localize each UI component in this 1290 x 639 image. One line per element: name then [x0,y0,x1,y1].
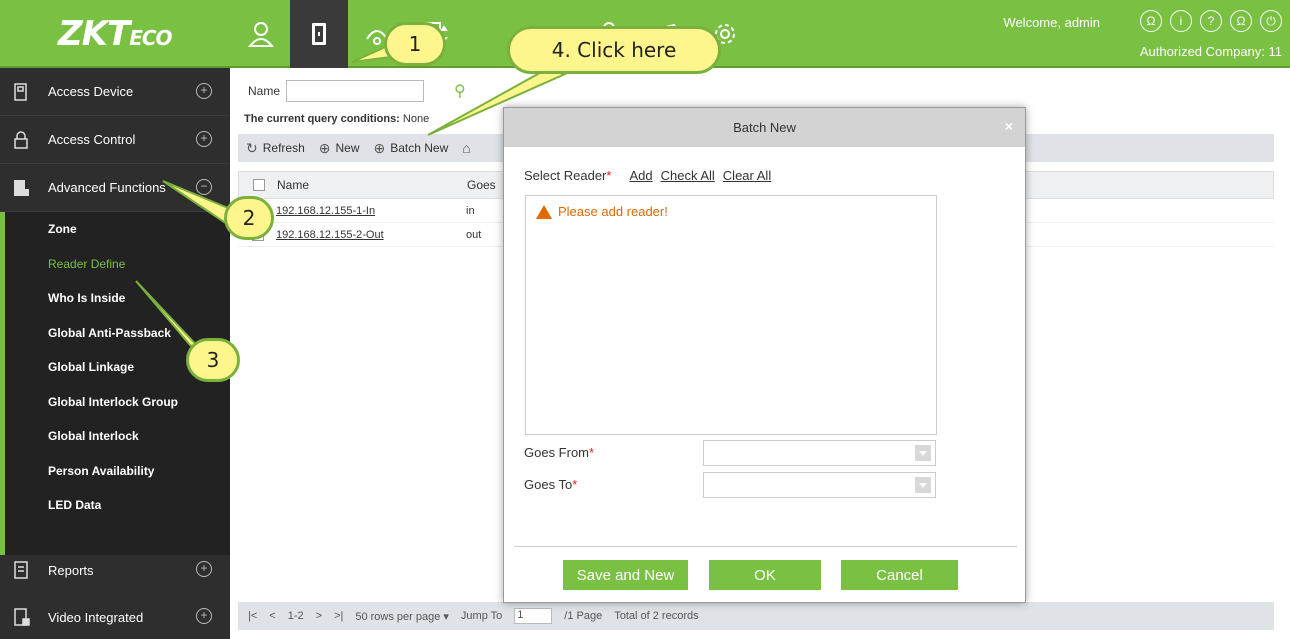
column-goes[interactable]: Goes [467,178,496,192]
page-count: /1 Page [564,610,603,622]
sidebar-item-label: Access Control [48,132,136,147]
search-icon[interactable]: ⚲ [454,81,466,101]
refresh-icon: ↻ [246,139,258,156]
info-icon[interactable]: i [1170,10,1192,32]
authorized-company: Authorized Company: 11 [1139,44,1282,59]
page-range: 1-2 [287,610,304,622]
callout-1: 1 [384,22,446,66]
reader-name-link[interactable]: 192.168.12.155-2-Out [276,229,466,241]
callout-3: 3 [186,338,240,382]
account-icon[interactable]: Ω [1230,10,1252,32]
callout-2: 2 [224,196,274,240]
name-input[interactable] [286,80,425,102]
rows-per-page-select[interactable]: 50 rows per page ▾ [355,610,449,623]
advanced-icon [14,179,29,196]
expand-icon[interactable]: + [196,131,212,147]
goes-to-label: Goes To* [524,477,578,492]
user-icon[interactable]: Ω [1140,10,1162,32]
sidebar-item-label: Advanced Functions [48,180,166,195]
submenu-global-interlock[interactable]: Global Interlock [5,419,230,454]
chevron-down-icon[interactable] [915,477,931,493]
reader-goes: out [466,228,482,241]
jump-input[interactable]: 1 [514,608,553,624]
advanced-submenu: Zone Reader Define Who Is Inside Global … [0,212,230,555]
name-label: Name [248,84,281,98]
goes-from-label: Goes From* [524,445,595,460]
select-all-checkbox[interactable] [253,179,265,191]
video-integrated-icon [14,608,30,626]
batch-new-button[interactable]: ⊕ Batch New [374,140,449,157]
dialog-title: Batch New [733,120,796,135]
select-reader-row: Select Reader* Add Check All Clear All [524,168,771,183]
first-page-button[interactable]: |< [248,610,257,622]
reader-goes: in [466,204,475,217]
help-icon[interactable]: ? [1200,10,1222,32]
query-conditions: The current query conditions: None [244,113,430,125]
refresh-button[interactable]: ↻ Refresh [246,140,305,157]
chevron-down-icon[interactable] [915,445,931,461]
new-button[interactable]: ⊕ New [319,140,360,157]
prev-page-button[interactable]: < [269,610,275,622]
goes-from-select[interactable] [703,440,936,466]
sidebar-item-access-device[interactable]: Access Device + [0,68,230,116]
new-icon: ⊕ [318,139,331,156]
close-icon[interactable]: × [1005,118,1013,134]
reader-list: Please add reader! [525,195,937,435]
sidebar-item-label: Reports [48,562,94,578]
last-page-button[interactable]: >| [334,610,343,622]
submenu-global-interlock-group[interactable]: Global Interlock Group [5,385,230,420]
check-all-link[interactable]: Check All [661,168,715,183]
sidebar-item-label: Video Integrated [48,609,144,625]
total-records: Total of 2 records [614,610,699,622]
device-icon [14,82,27,101]
reports-icon [14,561,28,579]
lock-icon [14,130,28,149]
reader-name-link[interactable]: 192.168.12.155-1-In [276,205,466,217]
dialog-divider [514,546,1017,547]
jump-label: Jump To [460,610,503,622]
sidebar-item-advanced-functions[interactable]: Advanced Functions − [0,164,230,212]
ok-button[interactable]: OK [709,560,821,590]
sidebar-item-reports[interactable]: Reports + [0,546,230,594]
welcome-text: Welcome, admin [1003,15,1100,30]
dialog-title-bar: Batch New × [504,108,1025,147]
next-page-button[interactable]: > [316,610,322,622]
warning-icon [536,204,552,219]
cancel-button[interactable]: Cancel [841,560,958,590]
expand-icon[interactable]: + [196,608,212,624]
expand-icon[interactable]: + [196,561,212,577]
name-filter: Name [248,80,425,102]
submenu-who-is-inside[interactable]: Who Is Inside [5,281,230,316]
submenu-led-data[interactable]: LED Data [5,488,230,523]
expand-icon[interactable]: + [196,83,212,99]
batch-new-dialog: Batch New × Select Reader* Add Check All… [503,107,1026,603]
top-right-icons: Ω i ? Ω ⏻ [1140,10,1282,32]
power-icon[interactable]: ⏻ [1260,10,1282,32]
personnel-icon[interactable] [232,0,290,68]
warning-message: Please add reader! [536,204,668,219]
goes-to-select[interactable] [703,472,936,498]
submenu-reader-define[interactable]: Reader Define [5,247,230,282]
add-reader-link[interactable]: Add [629,168,652,183]
access-icon[interactable] [290,0,348,68]
submenu-zone[interactable]: Zone [5,212,230,247]
pagination: |< < 1-2 > >| 50 rows per page ▾ Jump To… [238,602,1274,630]
clear-all-link[interactable]: Clear All [723,168,771,183]
save-and-new-button[interactable]: Save and New [563,560,688,590]
delete-icon: ⌂ [462,140,471,156]
delete-button[interactable]: ⌂ [462,140,470,156]
sidebar-item-video-integrated[interactable]: Video Integrated + [0,593,230,639]
submenu-person-availability[interactable]: Person Availability [5,454,230,489]
collapse-icon[interactable]: − [196,179,212,195]
callout-4: 4. Click here [507,26,721,74]
select-reader-label: Select Reader* [524,168,612,183]
sidebar-item-label: Access Device [48,84,134,99]
batch-new-icon: ⊕ [373,139,386,156]
sidebar-item-access-control[interactable]: Access Control + [0,116,230,164]
column-name[interactable]: Name [277,178,467,192]
zkteco-logo: ZKTECO [58,14,173,54]
